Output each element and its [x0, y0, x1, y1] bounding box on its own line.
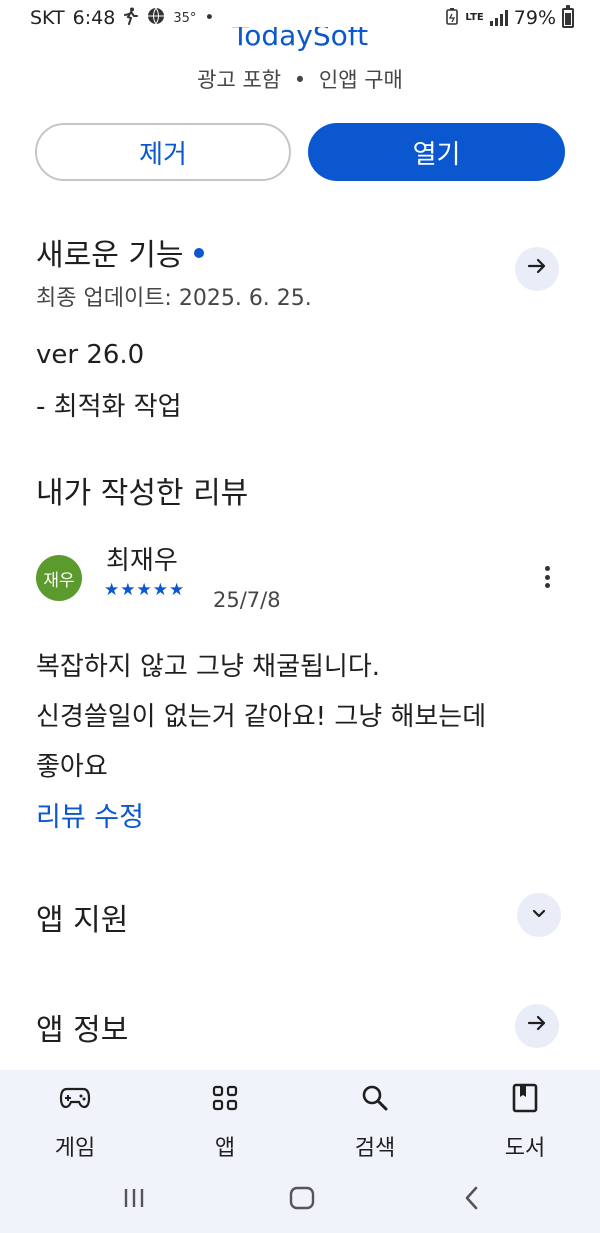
battery-percent: 79% — [513, 7, 556, 29]
back-icon[interactable] — [450, 1180, 494, 1216]
arrow-right-icon — [526, 1012, 548, 1040]
star-rating: ★★★★★ — [104, 580, 186, 600]
clock-time: 6:48 — [72, 7, 116, 29]
nav-item-games[interactable]: 게임 — [20, 1078, 130, 1162]
gamepad-icon — [20, 1078, 130, 1118]
app-info-arrow-button[interactable] — [515, 1004, 559, 1048]
nav-item-apps[interactable]: 앱 — [170, 1078, 280, 1162]
in-app-purchase-label: 인앱 구매 — [318, 68, 403, 92]
ads-label: 광고 포함 — [197, 68, 282, 92]
temperature-label: 35° — [173, 10, 197, 26]
uninstall-button[interactable]: 제거 — [35, 123, 291, 181]
more-options-icon[interactable] — [540, 562, 554, 592]
battery-icon — [562, 5, 574, 28]
nav-label-games: 게임 — [54, 1136, 96, 1161]
status-bar-right: LTE 79% — [445, 5, 574, 29]
app-support-title[interactable]: 앱 지원 — [36, 895, 128, 939]
lte-label: LTE — [465, 12, 484, 23]
recent-apps-icon[interactable] — [112, 1180, 156, 1216]
app-info-title[interactable]: 앱 정보 — [36, 1005, 128, 1049]
home-icon[interactable] — [280, 1180, 324, 1216]
reviewer-name: 최재우 — [106, 546, 178, 576]
app-support-expand-button[interactable] — [517, 893, 561, 937]
book-icon — [470, 1078, 580, 1118]
nav-label-apps: 앱 — [214, 1136, 236, 1161]
nav-item-search[interactable]: 검색 — [320, 1078, 430, 1162]
meta-separator: • — [293, 68, 307, 92]
version-text: ver 26.0 — [36, 340, 145, 370]
avatar: 재우 — [36, 555, 82, 601]
sports-ball-icon — [147, 7, 165, 29]
nav-item-books[interactable]: 도서 — [470, 1078, 580, 1162]
signal-icon — [489, 10, 508, 26]
battery-saver-icon — [445, 7, 459, 29]
my-review-title: 내가 작성한 리뷰 — [36, 476, 249, 511]
search-icon — [320, 1078, 430, 1118]
chevron-down-icon — [529, 901, 549, 929]
last-updated-text: 최종 업데이트: 2025. 6. 25. — [36, 286, 312, 311]
status-bar-left: SKT 6:48 35° • — [30, 7, 214, 29]
apps-grid-icon — [170, 1078, 280, 1118]
nav-label-books: 도서 — [504, 1136, 546, 1161]
new-indicator-dot — [193, 247, 204, 258]
nav-label-search: 검색 — [354, 1136, 396, 1161]
carrier-label: SKT — [30, 7, 65, 29]
review-date: 25/7/8 — [213, 588, 281, 612]
whats-new-arrow-button[interactable] — [515, 247, 559, 291]
arrow-right-icon — [526, 255, 548, 283]
edit-review-link[interactable]: 리뷰 수정 — [36, 795, 144, 834]
release-notes-text: - 최적화 작업 — [36, 392, 182, 422]
review-line: 신경쓸일이 없는거 같아요! 그냥 해보는데 — [36, 702, 487, 732]
app-meta: 광고 포함 • 인앱 구매 — [0, 64, 600, 94]
whats-new-title: 새로운 기능 — [36, 238, 184, 273]
system-navigation-bar — [0, 1180, 600, 1216]
whats-new-header[interactable]: 새로운 기능 — [36, 230, 204, 274]
open-button[interactable]: 열기 — [308, 123, 565, 181]
review-line: 복잡하지 않고 그냥 채굴됩니다. — [36, 652, 381, 682]
walking-icon — [123, 7, 139, 29]
review-body: 복잡하지 않고 그냥 채굴됩니다. 신경쓸일이 없는거 같아요! 그냥 해보는데… — [36, 642, 576, 792]
play-store-app-page: SKT 6:48 35° • LTE 79% TodaySoft 광고 포함 •… — [0, 0, 600, 1233]
notification-dot-icon: • — [204, 7, 215, 28]
review-line: 좋아요 — [36, 752, 108, 782]
